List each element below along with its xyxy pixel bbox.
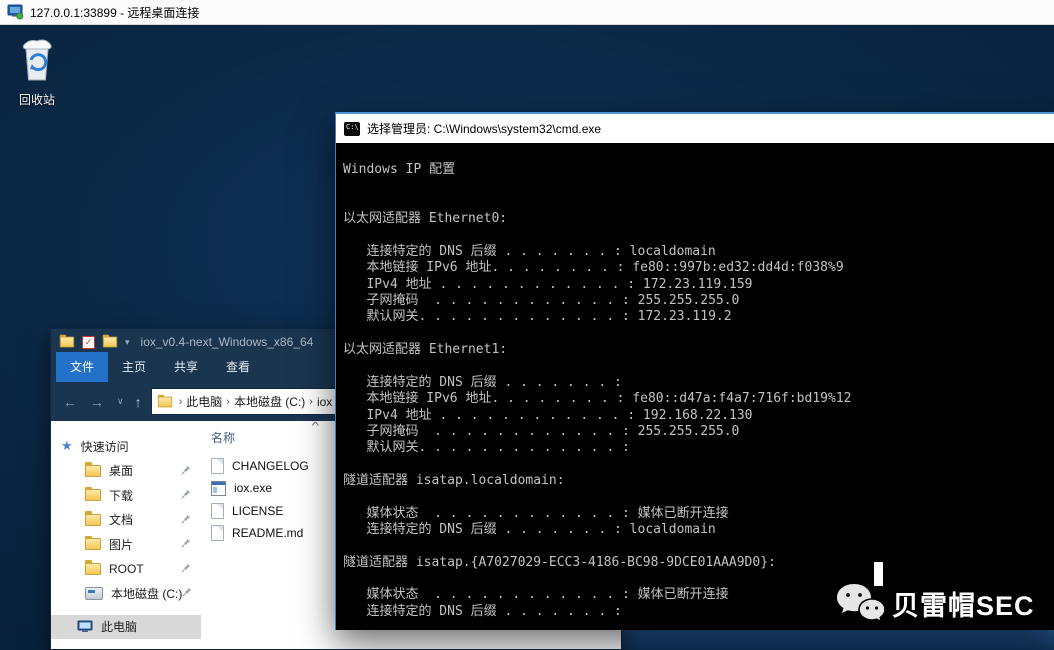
breadcrumb-item[interactable]: 本地磁盘 (C:) xyxy=(232,393,307,410)
this-pc-label: 此电脑 xyxy=(101,618,137,635)
qat-dropdown-icon[interactable]: ▾ xyxy=(125,337,130,348)
sidebar-item-文档[interactable]: 文档 xyxy=(51,508,201,533)
quick-access-star-icon: ★ xyxy=(61,438,73,454)
sidebar-item-图片[interactable]: 图片 xyxy=(51,532,201,557)
cmd-console[interactable]: Windows IP 配置 以太网适配器 Ethernet0: 连接特定的 DN… xyxy=(336,143,1054,630)
up-icon[interactable]: ↑ xyxy=(135,394,142,410)
breadcrumb-chevron-icon: › xyxy=(224,396,232,408)
explorer-window-icon xyxy=(60,337,74,348)
explorer-tab-3[interactable]: 查看 xyxy=(212,352,264,382)
sidebar-item-quick-access[interactable]: ★ 快速访问 xyxy=(51,434,201,459)
pin-icon xyxy=(181,486,191,504)
navigation-pane: ★ 快速访问 桌面 下载 文档 xyxy=(51,421,201,649)
breadcrumb-chevron-icon: › xyxy=(177,396,185,408)
watermark-text: 贝雷帽SEC xyxy=(892,584,1035,623)
recent-locations-icon[interactable]: ∨ xyxy=(117,396,124,407)
breadcrumb-chevron-icon: › xyxy=(307,396,315,408)
forward-icon[interactable]: → xyxy=(90,394,104,410)
breadcrumb-item[interactable]: 此电脑 xyxy=(184,393,224,410)
application-icon xyxy=(211,481,226,496)
remote-desktop-screen: 127.0.0.1:33899 - 远程桌面连接 回收站 ✓ ▾ iox_v0.… xyxy=(0,0,1054,650)
watermark: 贝雷帽SEC xyxy=(836,560,1046,630)
cmd-titlebar[interactable]: C:\ 选择管理员: C:\Windows\system32\cmd.exe xyxy=(336,114,1054,143)
explorer-tab-0[interactable]: 文件 xyxy=(56,352,108,382)
quick-access-list: 桌面 下载 文档 图片 xyxy=(51,459,201,606)
pin-icon xyxy=(181,560,191,578)
pin-icon xyxy=(181,511,191,529)
folder-desktop-icon xyxy=(85,465,101,477)
sidebar-item-this-pc[interactable]: 此电脑 xyxy=(51,615,201,640)
pin-icon xyxy=(181,535,191,553)
cmd-window[interactable]: C:\ 选择管理员: C:\Windows\system32\cmd.exe W… xyxy=(335,112,1054,630)
recycle-bin-icon xyxy=(17,36,57,84)
pin-icon xyxy=(181,462,191,480)
folder-icon xyxy=(85,563,101,575)
sidebar-item-ROOT[interactable]: ROOT xyxy=(51,557,201,582)
breadcrumb-item[interactable]: iox xyxy=(315,395,334,409)
folder-pictures-icon xyxy=(85,538,101,550)
cmd-output: Windows IP 配置 以太网适配器 Ethernet0: 连接特定的 DN… xyxy=(336,143,1054,620)
sort-ascending-icon[interactable]: ^ xyxy=(312,421,320,432)
qat-check-icon[interactable]: ✓ xyxy=(82,336,95,349)
explorer-tab-1[interactable]: 主页 xyxy=(108,352,160,382)
folder-documents-icon xyxy=(85,514,101,526)
recycle-bin-label: 回收站 xyxy=(10,91,64,108)
wallpaper-light-band xyxy=(600,628,1054,650)
cmd-icon: C:\ xyxy=(344,122,360,136)
folder-downloads-icon xyxy=(85,489,101,501)
explorer-tab-2[interactable]: 共享 xyxy=(160,352,212,382)
cmd-window-title: 选择管理员: C:\Windows\system32\cmd.exe xyxy=(367,120,601,137)
sidebar-item-桌面[interactable]: 桌面 xyxy=(51,459,201,484)
document-icon xyxy=(211,525,224,541)
drive-icon xyxy=(85,587,103,600)
pin-icon xyxy=(182,584,192,602)
rdp-title: 127.0.0.1:33899 - 远程桌面连接 xyxy=(30,4,199,21)
document-icon xyxy=(211,458,224,474)
quick-access-label: 快速访问 xyxy=(81,438,129,455)
explorer-window-title: iox_v0.4-next_Windows_x86_64 xyxy=(141,335,314,349)
this-pc-icon xyxy=(77,620,93,634)
qat-folder-icon[interactable] xyxy=(103,337,117,348)
address-folder-icon xyxy=(157,396,171,407)
rdp-icon xyxy=(7,4,24,20)
sidebar-item-下载[interactable]: 下载 xyxy=(51,483,201,508)
breadcrumb: ›此电脑›本地磁盘 (C:)›iox xyxy=(177,393,335,410)
back-icon[interactable]: ← xyxy=(63,394,77,410)
document-icon xyxy=(211,503,224,519)
rdp-connection-bar[interactable]: 127.0.0.1:33899 - 远程桌面连接 xyxy=(0,0,1054,25)
wechat-icon xyxy=(836,582,884,624)
recycle-bin-shortcut[interactable]: 回收站 xyxy=(10,36,64,108)
sidebar-item-本地磁盘 (C:)[interactable]: 本地磁盘 (C:) xyxy=(51,581,201,606)
